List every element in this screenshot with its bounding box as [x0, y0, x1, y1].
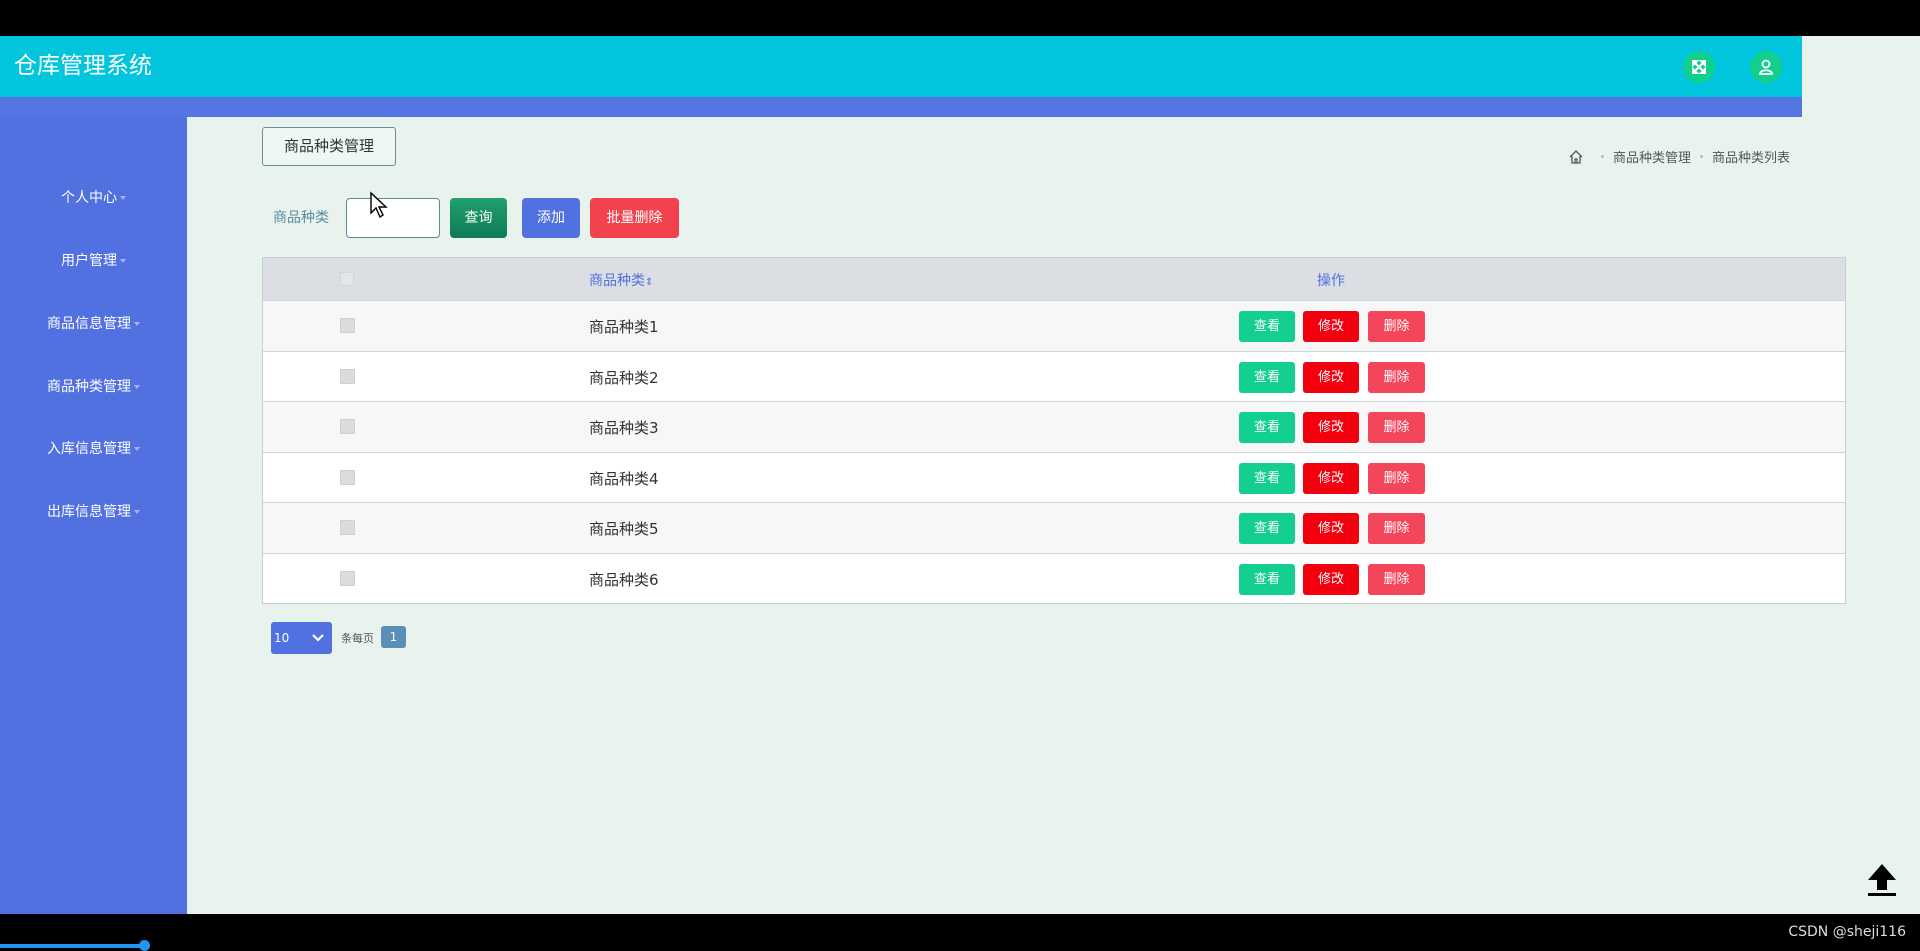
column-header-category[interactable]: 商品种类⇕ [589, 270, 653, 290]
screen-bottom-bar [0, 914, 1920, 950]
batch-delete-button[interactable]: 批量删除 [590, 198, 679, 238]
breadcrumb-item[interactable]: 商品种类管理 [1613, 147, 1691, 166]
add-button[interactable]: 添加 [522, 198, 580, 238]
sidebar-item-label: 商品信息管理 [47, 316, 131, 332]
category-table: 商品种类⇕ 操作 商品种类1 查看 修改 删除 商品种类2 查看 修改 删除 商… [262, 257, 1846, 604]
row-category-name: 商品种类2 [589, 368, 659, 387]
table-row: 商品种类2 查看 修改 删除 [263, 350, 1845, 401]
row-checkbox[interactable] [340, 570, 355, 586]
breadcrumb-item: 商品种类列表 [1711, 151, 1790, 166]
delete-button[interactable]: 删除 [1368, 462, 1425, 494]
watermark-text: CSDN @sheji116 [1788, 924, 1906, 940]
category-search-input[interactable] [346, 198, 440, 238]
sidebar-item-user-management[interactable]: 用户管理 [0, 251, 187, 271]
caret-down-icon [134, 510, 140, 514]
sidebar-item-label: 个人中心 [61, 190, 117, 206]
home-icon[interactable] [1568, 149, 1584, 165]
edit-button[interactable]: 修改 [1303, 462, 1359, 494]
table-row: 商品种类6 查看 修改 删除 [263, 552, 1845, 603]
breadcrumb-separator [1699, 155, 1703, 158]
sidebar: 个人中心 用户管理 商品信息管理 商品种类管理 入库信息管理 出库信息管理 [0, 117, 187, 914]
sidebar-item-outbound[interactable]: 出库信息管理 [0, 502, 187, 522]
main-content: 商品种类管理 商品种类管理 商品种类列表 商品种类 查询 添加 批量删除 商品种… [187, 117, 1846, 914]
caret-down-icon [120, 259, 126, 263]
row-checkbox[interactable] [340, 469, 355, 485]
delete-button[interactable]: 删除 [1368, 563, 1425, 595]
sidebar-item-inbound[interactable]: 入库信息管理 [0, 439, 187, 459]
video-progress-bar[interactable] [0, 944, 146, 948]
mouse-cursor-icon [370, 191, 388, 219]
row-category-name: 商品种类6 [589, 570, 659, 589]
view-button[interactable]: 查看 [1239, 311, 1295, 342]
table-row: 商品种类4 查看 修改 删除 [263, 451, 1845, 502]
view-button[interactable]: 查看 [1239, 462, 1295, 494]
query-button[interactable]: 查询 [450, 198, 507, 238]
caret-down-icon [134, 385, 140, 389]
row-checkbox[interactable] [340, 368, 355, 384]
fullscreen-button[interactable] [1683, 51, 1715, 83]
caret-down-icon [134, 322, 140, 326]
page-size-select[interactable]: 10 [271, 622, 332, 654]
sidebar-item-label: 出库信息管理 [47, 504, 131, 520]
back-to-top-icon[interactable] [1865, 860, 1899, 898]
table-row: 商品种类3 查看 修改 删除 [263, 401, 1845, 452]
row-category-name: 商品种类4 [589, 469, 659, 488]
select-all-checkbox[interactable] [340, 272, 354, 286]
column-header-ops: 操作 [1317, 273, 1345, 289]
chevron-down-icon [312, 634, 324, 642]
fullscreen-icon [1692, 60, 1706, 74]
header-subbar [0, 97, 1802, 117]
sidebar-item-label: 商品种类管理 [47, 379, 131, 395]
screen-top-bar [0, 0, 1920, 36]
table-row: 商品种类1 查看 修改 删除 [263, 300, 1845, 351]
app-title: 仓库管理系统 [14, 53, 152, 79]
page-size-value: 10 [274, 631, 290, 645]
view-button[interactable]: 查看 [1239, 563, 1295, 595]
sidebar-item-label: 入库信息管理 [47, 441, 131, 457]
column-header-label: 商品种类 [589, 273, 645, 289]
page-number-button[interactable]: 1 [381, 626, 406, 648]
app-window: 仓库管理系统 个人中心 用户管理 商品信息管理 商品种类管理 入库信息管理 出库… [0, 36, 1920, 914]
user-icon [1759, 59, 1773, 75]
table-row: 商品种类5 查看 修改 删除 [263, 502, 1845, 553]
view-button[interactable]: 查看 [1239, 412, 1295, 443]
breadcrumb: 商品种类管理 商品种类列表 [1568, 147, 1790, 166]
row-category-name: 商品种类5 [589, 520, 659, 538]
sort-icon: ⇕ [645, 277, 654, 288]
sidebar-item-product-info[interactable]: 商品信息管理 [0, 314, 187, 334]
caret-down-icon [134, 447, 140, 451]
row-checkbox[interactable] [340, 520, 355, 535]
delete-button[interactable]: 删除 [1368, 513, 1425, 544]
video-progress-handle[interactable] [139, 940, 150, 951]
edit-button[interactable]: 修改 [1303, 412, 1359, 443]
view-button[interactable]: 查看 [1239, 513, 1295, 544]
row-category-name: 商品种类3 [589, 419, 659, 437]
edit-button[interactable]: 修改 [1303, 361, 1359, 393]
breadcrumb-separator [1600, 155, 1604, 158]
edit-button[interactable]: 修改 [1303, 513, 1359, 544]
page-tag[interactable]: 商品种类管理 [262, 127, 396, 166]
top-header: 仓库管理系统 [0, 36, 1802, 97]
delete-button[interactable]: 删除 [1368, 311, 1425, 342]
per-page-text: 条每页 [341, 632, 374, 645]
row-checkbox[interactable] [340, 419, 355, 434]
user-button[interactable] [1750, 51, 1782, 83]
row-category-name: 商品种类1 [589, 318, 659, 336]
sidebar-item-personal-center[interactable]: 个人中心 [0, 188, 187, 208]
caret-down-icon [120, 196, 126, 200]
delete-button[interactable]: 删除 [1368, 412, 1425, 443]
delete-button[interactable]: 删除 [1368, 361, 1425, 393]
view-button[interactable]: 查看 [1239, 361, 1295, 393]
sidebar-item-label: 用户管理 [61, 253, 117, 269]
edit-button[interactable]: 修改 [1303, 563, 1359, 595]
sidebar-item-product-category[interactable]: 商品种类管理 [0, 377, 187, 397]
row-checkbox[interactable] [340, 318, 355, 333]
table-header: 商品种类⇕ 操作 [263, 258, 1845, 300]
edit-button[interactable]: 修改 [1303, 311, 1359, 342]
search-label: 商品种类 [273, 210, 329, 226]
